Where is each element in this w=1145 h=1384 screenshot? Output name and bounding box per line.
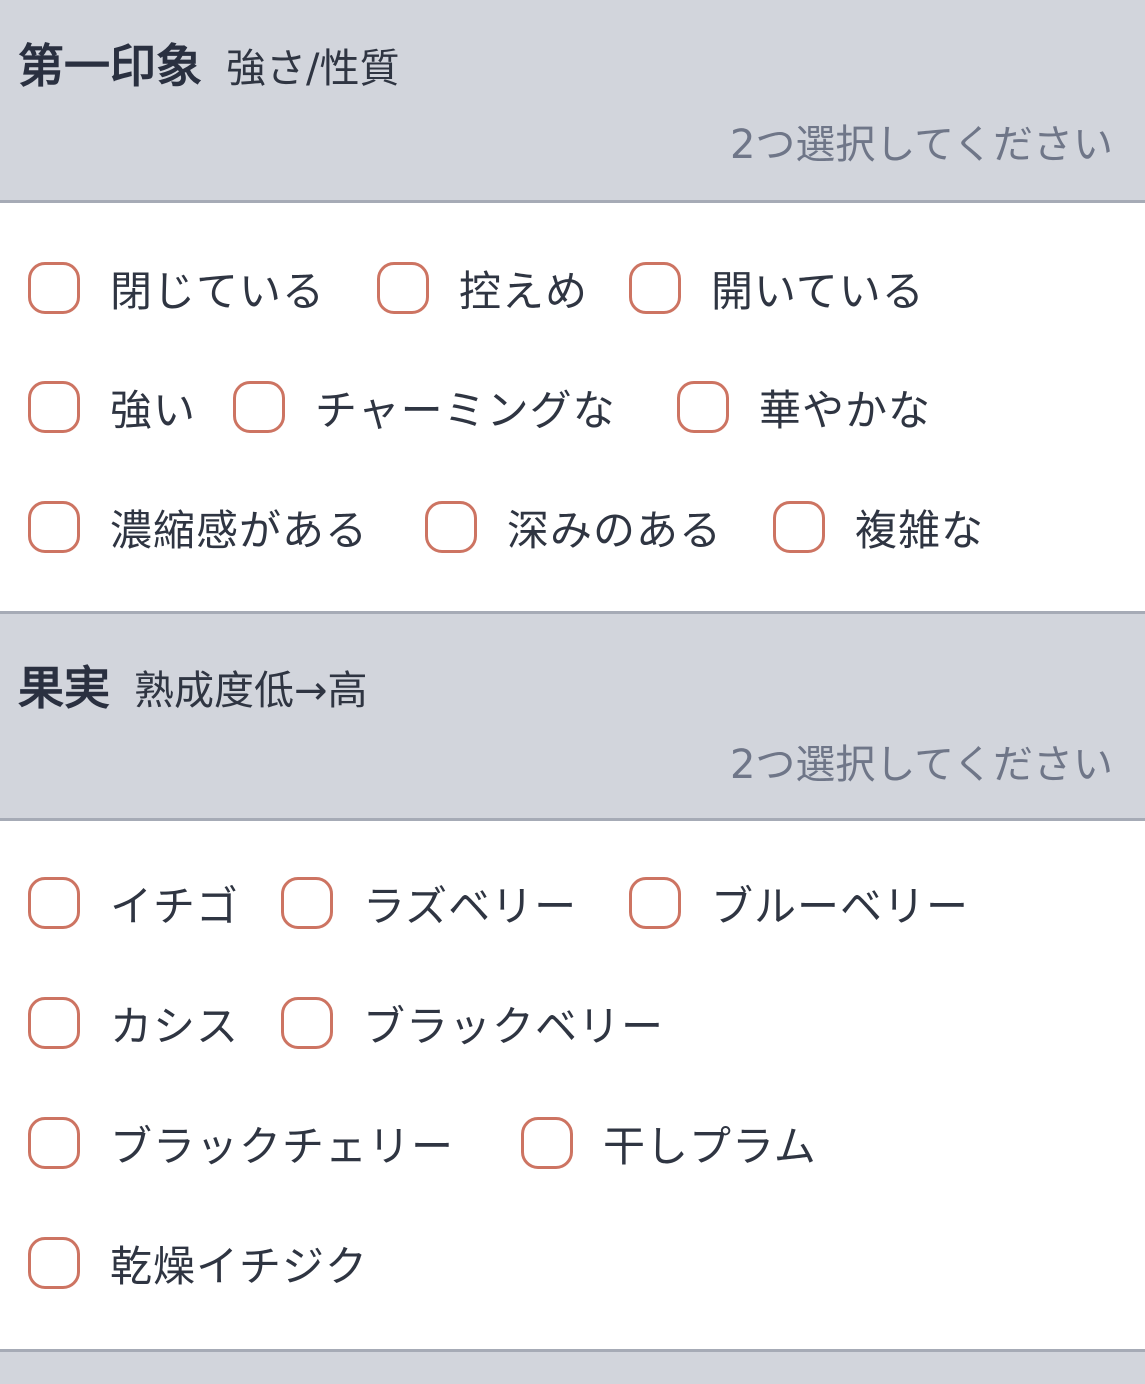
option-label: ラズベリー [363,881,578,931]
checkbox[interactable] [281,997,333,1049]
checkbox[interactable] [28,877,80,929]
option-label: ブラックベリー [363,1001,665,1051]
option-blackberry[interactable]: ブラックベリー [281,993,664,1053]
option-closed[interactable]: 閉じている [28,258,325,318]
checkbox[interactable] [28,501,80,553]
checkbox[interactable] [28,262,80,314]
option-modest[interactable]: 控えめ [377,258,588,318]
option-raspberry[interactable]: ラズベリー [281,873,577,933]
option-label: 華やかな [759,385,932,435]
section-title: 果実 [18,661,110,715]
next-section-header [0,1349,1145,1384]
checkbox[interactable] [773,501,825,553]
option-black-cherry[interactable]: ブラックチェリー [28,1113,454,1173]
option-dried-fig[interactable]: 乾燥イチジク [28,1233,368,1293]
option-concentrated[interactable]: 濃縮感がある [28,497,368,557]
option-label: 深みのある [507,505,723,555]
checkbox[interactable] [677,381,729,433]
checkbox[interactable] [629,877,681,929]
section-subtitle: 強さ/性質 [226,46,400,92]
option-label: ブラックチェリー [110,1121,455,1171]
checkbox[interactable] [377,262,429,314]
select-hint: 2つ選択してください [729,122,1113,168]
option-label: 開いている [711,266,925,316]
checkbox[interactable] [28,997,80,1049]
checkbox[interactable] [425,501,477,553]
checkbox[interactable] [28,1237,80,1289]
option-dried-plum[interactable]: 干しプラム [521,1113,817,1173]
option-label: 濃縮感がある [110,505,369,555]
option-strong[interactable]: 強い [28,377,196,437]
option-label: 乾燥イチジク [110,1241,369,1291]
section-title: 第一印象 [18,39,202,93]
checkbox[interactable] [281,877,333,929]
options-first-impression: 閉じている 控えめ 開いている 強い チャーミングな 華やかな 濃縮感がある 深… [0,203,1145,611]
option-cassis[interactable]: カシス [28,993,239,1053]
section-title-row: 果実 熟成度低→高 [18,652,368,718]
option-label: 複雑な [855,505,985,555]
option-gorgeous[interactable]: 華やかな [677,377,931,437]
option-charming[interactable]: チャーミングな [233,377,616,437]
option-deep[interactable]: 深みのある [425,497,722,557]
section-subtitle: 熟成度低→高 [134,668,368,714]
option-label: ブルーベリー [711,881,970,931]
option-label: 強い [110,385,197,435]
option-label: 控えめ [459,266,589,316]
checkbox[interactable] [521,1117,573,1169]
option-open[interactable]: 開いている [629,258,925,318]
checkbox[interactable] [28,381,80,433]
checkbox[interactable] [629,262,681,314]
section-header-fruit: 果実 熟成度低→高 2つ選択してください [0,611,1145,821]
options-fruit: イチゴ ラズベリー ブルーベリー カシス ブラックベリー ブラックチェリー 干し… [0,821,1145,1349]
option-blueberry[interactable]: ブルーベリー [629,873,969,933]
section-title-row: 第一印象 強さ/性質 [18,30,399,96]
option-label: チャーミングな [315,385,616,435]
select-hint: 2つ選択してください [729,742,1113,788]
option-label: カシス [110,1001,240,1051]
option-strawberry[interactable]: イチゴ [28,873,239,933]
checkbox[interactable] [233,381,285,433]
section-header-first-impression: 第一印象 強さ/性質 2つ選択してください [0,0,1145,203]
option-label: イチゴ [110,881,240,931]
option-label: 干しプラム [603,1121,817,1171]
option-complex[interactable]: 複雑な [773,497,984,557]
option-label: 閉じている [110,266,326,316]
checkbox[interactable] [28,1117,80,1169]
